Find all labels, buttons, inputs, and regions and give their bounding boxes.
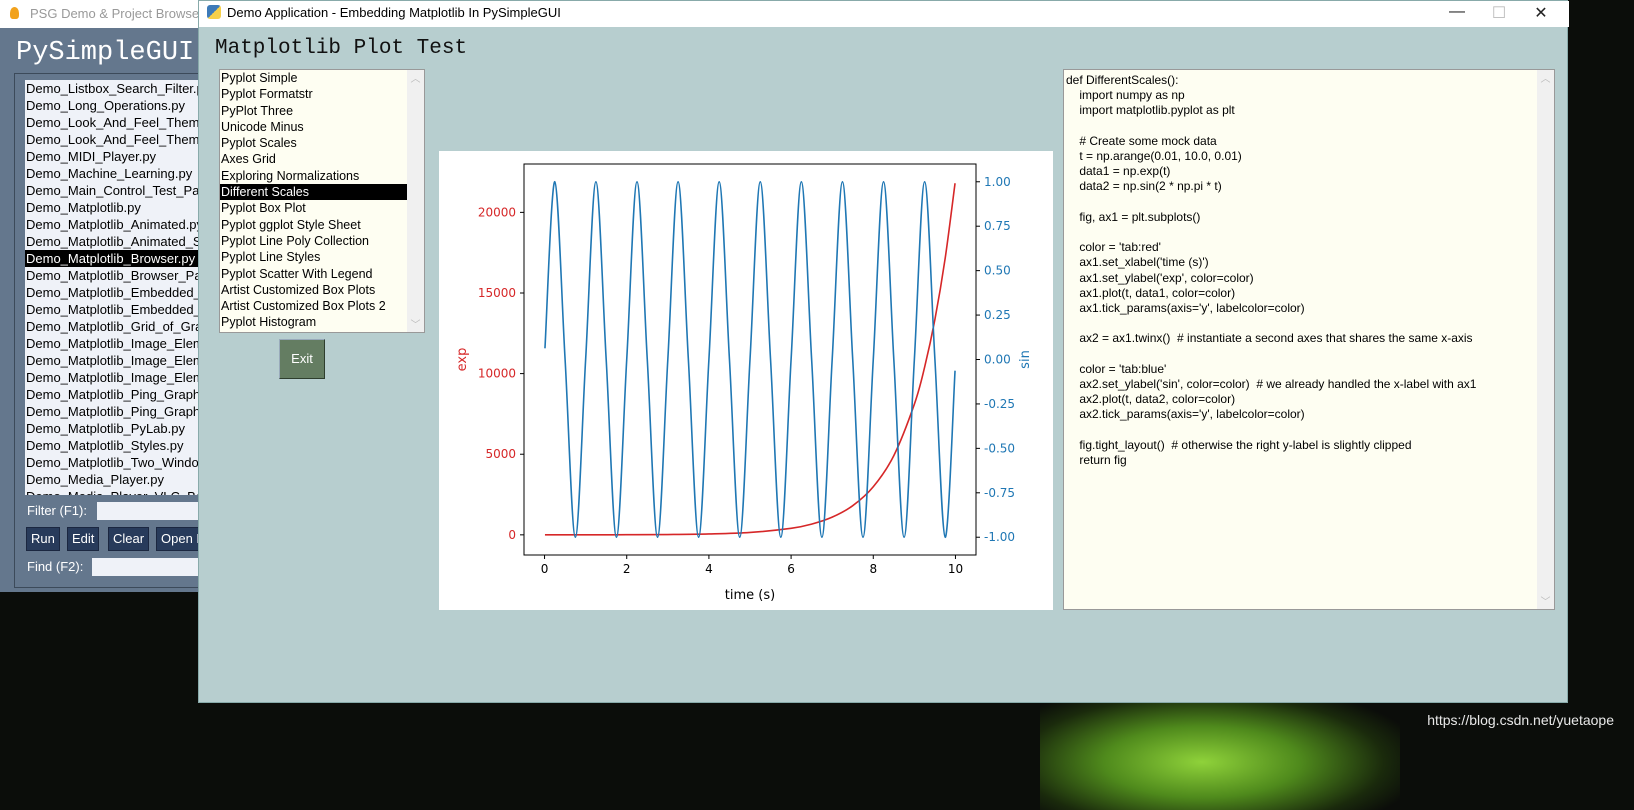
code-text-area[interactable]: def DifferentScales(): import numpy as n… xyxy=(1063,69,1555,610)
y-tick-label: 10000 xyxy=(478,367,516,381)
demo-list-item[interactable]: Exploring Normalizations xyxy=(220,168,408,184)
y-right-tick-label: 1.00 xyxy=(984,175,1011,189)
y-tick-label: 0 xyxy=(508,528,516,542)
y-right-tick-label: 0.50 xyxy=(984,264,1011,278)
y-tick-label: 20000 xyxy=(478,205,516,219)
demo-application-window[interactable]: Demo Application - Embedding Matplotlib … xyxy=(198,0,1569,703)
file-list-item[interactable]: Demo_Matplotlib_Browser_Pan xyxy=(25,267,225,284)
project-browser-title: PSG Demo & Project Browser xyxy=(0,0,230,28)
x-axis-label: time (s) xyxy=(725,588,775,603)
source-code: def DifferentScales(): import numpy as n… xyxy=(1066,73,1477,468)
file-list-item[interactable]: Demo_Matplotlib_Grid_of_Grap xyxy=(25,318,225,335)
file-list-item[interactable]: Demo_Matplotlib_Two_Window xyxy=(25,454,225,471)
demo-list-item[interactable]: Pyplot Scatter With Legend xyxy=(220,266,408,282)
window-title: Demo Application - Embedding Matplotlib … xyxy=(199,1,1569,27)
demo-list-item[interactable]: Pyplot Formatstr xyxy=(220,86,408,102)
y-right-tick-label: -1.00 xyxy=(984,530,1015,544)
find-label: Find (F2): xyxy=(27,559,84,574)
file-list-item[interactable]: Demo_Matplotlib_Embedded_T xyxy=(25,301,225,318)
x-tick-label: 0 xyxy=(541,562,549,576)
matplotlib-figure: 0 2 4 6 8 10 0 5000 10000 15000 20000 -1.00 -0.75 -0.… xyxy=(439,151,1053,610)
file-list-item[interactable]: Demo_Matplotlib_Image_Elem_ xyxy=(25,369,225,386)
file-list-item[interactable]: Demo_Matplotlib_PyLab.py xyxy=(25,420,225,437)
y-right-tick-label: 0.00 xyxy=(984,353,1011,367)
page-title: Matplotlib Plot Test xyxy=(215,37,468,60)
x-tick-label: 6 xyxy=(787,562,795,576)
maximize-button[interactable]: ☐ xyxy=(1479,3,1519,25)
python-icon xyxy=(207,5,221,19)
x-tick-label: 2 xyxy=(623,562,631,576)
demo-list-item[interactable]: Pyplot Box Plot xyxy=(220,200,408,216)
demo-file-list[interactable]: Demo_Listbox_Search_Filter.py Demo_Long_O… xyxy=(25,80,225,495)
y-right-tick-label: 0.75 xyxy=(984,219,1011,233)
file-list-item[interactable]: Demo_Matplotlib_Ping_Graph.p xyxy=(25,386,225,403)
file-list-item[interactable]: Demo_Look_And_Feel_Theme_ xyxy=(25,131,225,148)
demo-list-item[interactable]: Unicode Minus xyxy=(220,119,408,135)
file-list-item[interactable]: Demo_Matplotlib_Image_Elem_ xyxy=(25,352,225,369)
y-right-tick-label: -0.75 xyxy=(984,486,1015,500)
run-button[interactable]: Run xyxy=(26,527,60,551)
demo-list-item[interactable]: Different Scales xyxy=(220,184,408,201)
y-tick-label: 5000 xyxy=(485,447,516,461)
demo-list-item[interactable]: Pyplot Simple xyxy=(220,70,408,86)
y-axis-label: exp xyxy=(455,348,470,372)
file-list-item[interactable]: Demo_Matplotlib_Animated_Sc xyxy=(25,233,225,250)
x-tick-label: 10 xyxy=(948,562,963,576)
file-list-item[interactable]: Demo_Matplotlib_Ping_Graph_ xyxy=(25,403,225,420)
file-list-item[interactable]: Demo_Main_Control_Test_Pan xyxy=(25,182,225,199)
code-scrollbar[interactable]: ︿ ﹀ xyxy=(1537,70,1554,609)
y-right-axis-label: sin xyxy=(1018,350,1033,369)
file-list-item[interactable]: Demo_Long_Operations.py xyxy=(25,97,225,114)
demo-listbox[interactable]: Pyplot Simple Pyplot Formatstr PyPlot Thre… xyxy=(219,69,425,333)
demo-list-item[interactable]: Pyplot Line Poly Collection xyxy=(220,233,408,249)
file-list-item[interactable]: Demo_Matplotlib_Styles.py xyxy=(25,437,225,454)
demo-list-item[interactable]: PyPlot Three xyxy=(220,103,408,119)
listbox-scrollbar[interactable]: ︿ ﹀ xyxy=(407,70,424,332)
file-list-item[interactable]: Demo_Machine_Learning.py xyxy=(25,165,225,182)
x-tick-label: 4 xyxy=(705,562,713,576)
scroll-up-icon[interactable]: ︿ xyxy=(1537,70,1554,86)
scroll-up-icon[interactable]: ︿ xyxy=(407,70,424,86)
file-list-item[interactable]: Demo_MIDI_Player.py xyxy=(25,148,225,165)
demo-list-item[interactable]: Pyplot Scales xyxy=(220,135,408,151)
file-list-item[interactable]: Demo_Matplotlib_Embedded_T xyxy=(25,284,225,301)
demo-list-item[interactable]: Pyplot Histogram xyxy=(220,314,408,330)
watermark: https://blog.csdn.net/yuetaope xyxy=(1427,712,1614,728)
y-right-tick-label: 0.25 xyxy=(984,308,1011,322)
exit-button[interactable]: Exit xyxy=(279,339,325,379)
file-list-item[interactable]: Demo_Media_Player.py xyxy=(25,471,225,488)
series-line-sin xyxy=(544,180,956,539)
desktop-wallpaper xyxy=(1040,690,1400,810)
project-browser-window[interactable]: PSG Demo & Project Browser PySimpleGUI D… xyxy=(0,0,243,592)
y-tick-label: 15000 xyxy=(478,286,516,300)
y-right-tick-label: -0.50 xyxy=(984,441,1015,455)
demo-list-item[interactable]: Pyplot Line Styles xyxy=(220,249,408,265)
file-list-item[interactable]: Demo_Listbox_Search_Filter.py xyxy=(25,80,225,97)
file-list-item[interactable]: Demo_Matplotlib_Animated.py xyxy=(25,216,225,233)
file-list-item[interactable]: Demo_Media_Player_VLC_Bas xyxy=(25,488,225,495)
file-list-item[interactable]: Demo_Matplotlib_Browser.py xyxy=(25,250,225,267)
plot-svg: 0 2 4 6 8 10 0 5000 10000 15000 20000 -1.00 -0.75 -0.… xyxy=(455,163,1033,603)
minimize-button[interactable]: — xyxy=(1437,3,1477,25)
edit-button[interactable]: Edit xyxy=(67,527,100,551)
file-list-item[interactable]: Demo_Look_And_Feel_Theme_ xyxy=(25,114,225,131)
demo-list-item[interactable]: Artist Customized Box Plots xyxy=(220,282,408,298)
file-list-item[interactable]: Demo_Matplotlib.py xyxy=(25,199,225,216)
filter-label: Filter (F1): xyxy=(27,503,87,518)
demo-list-item[interactable]: Axes Grid xyxy=(220,151,408,167)
file-list-item[interactable]: Demo_Matplotlib_Image_Elem_ xyxy=(25,335,225,352)
scroll-down-icon[interactable]: ﹀ xyxy=(407,316,424,332)
demo-list-item[interactable]: Pyplot ggplot Style Sheet xyxy=(220,217,408,233)
lightbulb-icon xyxy=(10,7,19,19)
scroll-down-icon[interactable]: ﹀ xyxy=(1537,593,1554,609)
x-tick-label: 8 xyxy=(869,562,877,576)
demo-list-item[interactable]: Artist Customized Box Plots 2 xyxy=(220,298,408,314)
clear-button[interactable]: Clear xyxy=(108,527,150,551)
demo-list-items: Pyplot Simple Pyplot Formatstr PyPlot Thre… xyxy=(220,70,424,331)
y-right-tick-label: -0.25 xyxy=(984,397,1015,411)
close-button[interactable]: ✕ xyxy=(1521,3,1561,25)
